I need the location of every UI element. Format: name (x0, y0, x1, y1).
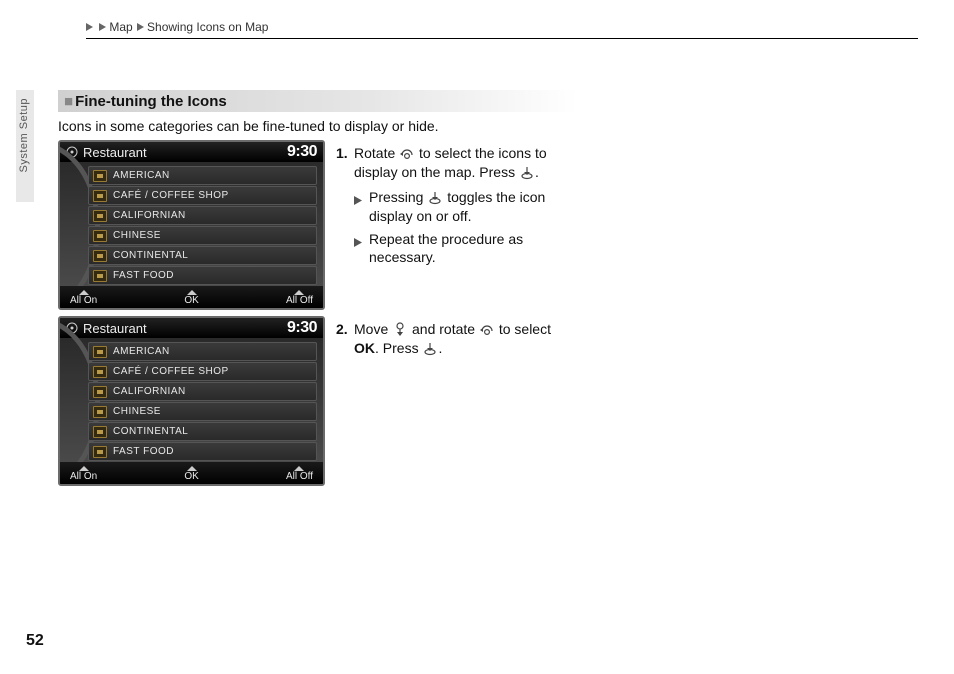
press-button-icon (519, 165, 535, 180)
footer-button: All On (70, 466, 97, 482)
breadcrumb-seg: Showing Icons on Map (147, 20, 268, 34)
restaurant-icon (93, 230, 107, 242)
sub-bullet: Repeat the procedure as necessary. (354, 230, 576, 268)
screen-title: Restaurant (83, 321, 147, 336)
arrow-icon (86, 20, 94, 34)
arrow-icon (354, 233, 363, 268)
restaurant-icon (93, 210, 107, 222)
nav-screenshot: Restaurant 9:30 AMERICAN CAFÉ / COFFEE S… (58, 316, 325, 486)
move-joystick-icon (392, 322, 408, 337)
restaurant-icon (93, 386, 107, 398)
arrow-icon (354, 191, 363, 226)
list-item: CONTINENTAL (88, 246, 317, 265)
step-2: 2. Move and rotate to select OK. Press . (336, 320, 576, 358)
sub-bullet: Pressing toggles the icon display on or … (354, 188, 576, 226)
ok-label: OK (354, 340, 375, 356)
restaurant-icon (93, 346, 107, 358)
nav-screenshot: Restaurant 9:30 AMERICAN CAFÉ / COFFEE S… (58, 140, 325, 310)
restaurant-icon (93, 406, 107, 418)
list-item: FAST FOOD (88, 442, 317, 461)
press-button-icon (427, 190, 443, 205)
list-item: CAFÉ / COFFEE SHOP (88, 186, 317, 205)
section-title: Fine-tuning the Icons (75, 93, 227, 110)
page-number: 52 (26, 632, 44, 650)
arrow-icon (137, 20, 145, 34)
restaurant-icon (93, 250, 107, 262)
footer-button: OK (184, 290, 198, 306)
restaurant-icon (93, 190, 107, 202)
restaurant-icon (93, 366, 107, 378)
screen-title: Restaurant (83, 145, 147, 160)
list-item: CALIFORNIAN (88, 382, 317, 401)
breadcrumb: Map Showing Icons on Map (86, 20, 268, 35)
screen-time: 9:30 (287, 143, 317, 161)
divider (86, 38, 918, 39)
square-bullet-icon: ■ (64, 93, 73, 110)
footer-button: All Off (286, 290, 313, 306)
list-item: AMERICAN (88, 166, 317, 185)
rotate-dial-icon (479, 322, 495, 337)
list-item: AMERICAN (88, 342, 317, 361)
section-heading: ■ Fine-tuning the Icons (58, 90, 578, 112)
arrow-icon (99, 20, 107, 34)
list-item: CHINESE (88, 226, 317, 245)
list-item: CONTINENTAL (88, 422, 317, 441)
side-tab: System Setup (16, 90, 34, 202)
restaurant-icon (93, 446, 107, 458)
list-item: CHINESE (88, 402, 317, 421)
restaurant-icon (93, 170, 107, 182)
footer-button: All On (70, 290, 97, 306)
press-button-icon (422, 341, 438, 356)
list-item: CALIFORNIAN (88, 206, 317, 225)
rotate-dial-icon (399, 146, 415, 161)
restaurant-icon (93, 426, 107, 438)
list-item: CAFÉ / COFFEE SHOP (88, 362, 317, 381)
intro-text: Icons in some categories can be fine-tun… (58, 118, 439, 134)
breadcrumb-seg: Map (109, 20, 132, 34)
footer-button: OK (184, 466, 198, 482)
list-item: FAST FOOD (88, 266, 317, 285)
screen-time: 9:30 (287, 319, 317, 337)
side-tab-label: System Setup (18, 98, 30, 172)
restaurant-icon (93, 270, 107, 282)
footer-button: All Off (286, 466, 313, 482)
step-1: 1. Rotate to select the icons to display… (336, 144, 576, 182)
